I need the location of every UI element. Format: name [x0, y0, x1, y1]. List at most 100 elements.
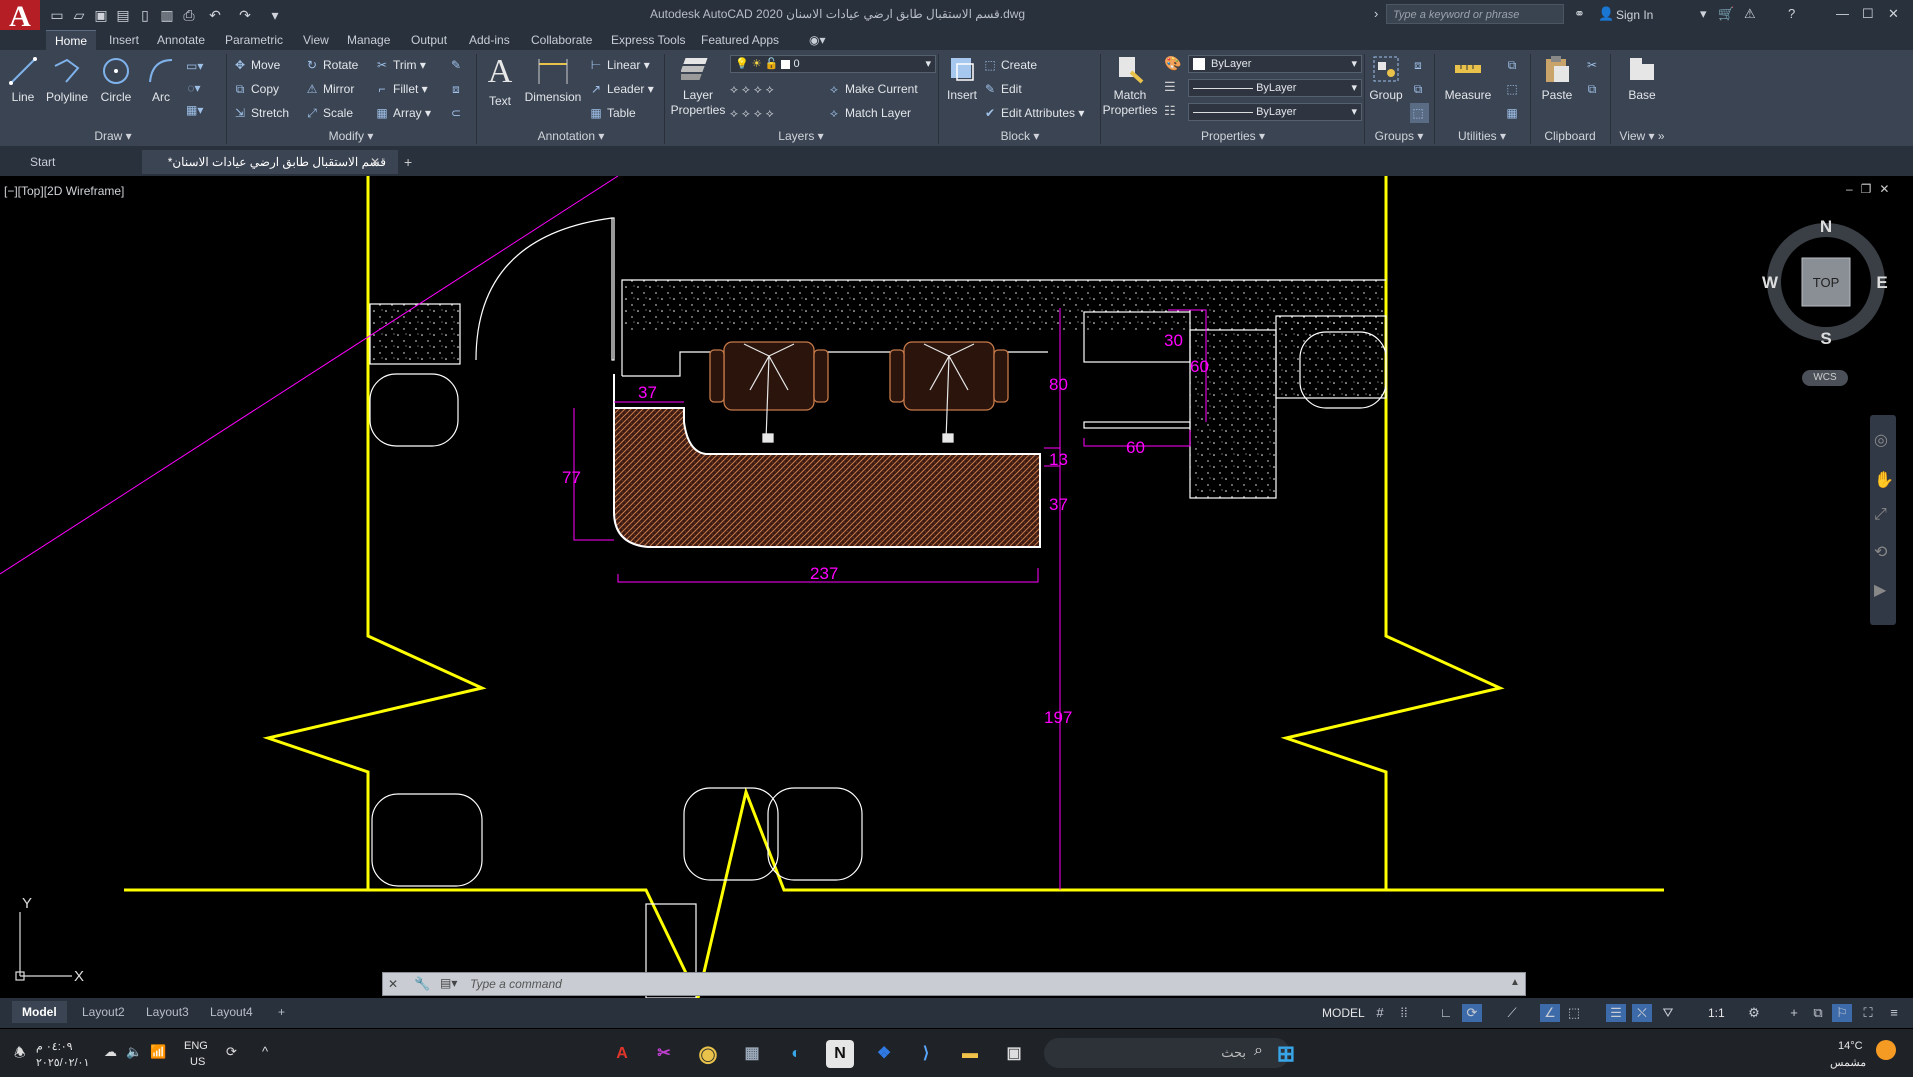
new-tab-icon[interactable]: +	[404, 154, 412, 170]
units-icon[interactable]: ⧉	[1808, 1004, 1828, 1022]
lineweight-toggle-icon[interactable]: ☰	[1606, 1004, 1626, 1022]
annotation-scale[interactable]: 1:1	[1708, 1004, 1725, 1022]
showmotion-icon[interactable]: ▶	[1874, 580, 1886, 600]
workspace-gear-icon[interactable]: ⚙	[1744, 1004, 1764, 1022]
hatch-icon[interactable]: ◌▾	[186, 78, 205, 98]
copy-button[interactable]: ⧉ Copy	[232, 79, 279, 99]
match-properties-button[interactable]: Match Properties	[1102, 54, 1158, 118]
polar-icon[interactable]: ⟳	[1462, 1004, 1482, 1022]
make-current-button[interactable]: ⟡ Make Current	[826, 79, 918, 99]
move-button[interactable]: ✥ Move	[232, 55, 280, 75]
polyline-button[interactable]: Polyline	[42, 56, 92, 104]
create-block-button[interactable]: ⬚ Create	[982, 55, 1037, 75]
annotation-panel-title[interactable]: Annotation ▾	[478, 128, 664, 144]
terminal-icon[interactable]: ▣	[1000, 1040, 1028, 1068]
notifications-icon[interactable]: 🕭	[14, 1044, 26, 1066]
command-input[interactable]: Type a command	[470, 977, 562, 991]
ungroup-icon[interactable]: ⧈	[1410, 55, 1429, 75]
tab-add-ins[interactable]: Add-ins	[460, 30, 519, 50]
notion-icon[interactable]: N	[826, 1040, 854, 1068]
help-icon[interactable]: ?	[1788, 6, 1795, 21]
table-button[interactable]: ▦ Table	[588, 103, 635, 123]
object-snap-icon[interactable]: ⬚	[1564, 1004, 1584, 1022]
tab-layout3[interactable]: Layout3	[136, 1001, 199, 1023]
stretch-button[interactable]: ⇲ Stretch	[232, 103, 289, 123]
app-menu-button[interactable]: A	[0, 0, 40, 34]
gradient-icon[interactable]: ▦▾	[186, 100, 205, 120]
tab-output[interactable]: Output	[402, 30, 456, 50]
line-button[interactable]: Line	[6, 56, 40, 104]
select-all-icon[interactable]: ⬚	[1504, 79, 1523, 99]
ortho-icon[interactable]: ∟	[1436, 1004, 1456, 1022]
quick-properties-icon[interactable]: ⚐	[1832, 1004, 1852, 1022]
isodraft-icon[interactable]: ⟋	[1502, 1004, 1522, 1022]
tab-parametric[interactable]: Parametric	[216, 30, 292, 50]
calculator-icon[interactable]: ▦	[1504, 103, 1523, 123]
erase-icon[interactable]: ✎	[448, 55, 467, 75]
tab-express-tools[interactable]: Express Tools	[602, 30, 694, 50]
object-snap-tracking-icon[interactable]: ∠	[1540, 1004, 1560, 1022]
compass-w[interactable]: W	[1762, 273, 1779, 292]
quick-select-icon[interactable]: ⧉	[1504, 55, 1523, 75]
windows-start-icon[interactable]: ⊞	[1272, 1040, 1300, 1068]
wifi-icon[interactable]: 📶	[150, 1044, 166, 1060]
text-button[interactable]: A Text	[482, 54, 518, 109]
tab-annotate[interactable]: Annotate	[148, 30, 214, 50]
edit-attributes-button[interactable]: ✔ Edit Attributes ▾	[982, 103, 1084, 123]
arc-button[interactable]: Arc	[144, 56, 178, 104]
pan-icon[interactable]: ✋	[1874, 470, 1894, 490]
open-web-icon[interactable]: ▯	[136, 6, 154, 24]
search-expand-icon[interactable]: ›	[1374, 6, 1378, 21]
plot-icon[interactable]: ⎙	[180, 6, 198, 24]
rectangle-icon[interactable]: ▭▾	[186, 56, 205, 76]
autodesk-app-icon[interactable]: ⚠	[1744, 6, 1756, 22]
clean-screen-icon[interactable]: ⛶	[1858, 1004, 1878, 1022]
draw-panel-title[interactable]: Draw ▾	[0, 128, 226, 144]
customize-qat-icon[interactable]: ▾	[266, 6, 284, 24]
layer-properties-button[interactable]: Layer Properties	[668, 54, 728, 118]
tab-manage[interactable]: Manage	[338, 30, 399, 50]
customize-command-icon[interactable]: 🔧	[414, 976, 430, 992]
block-panel-title[interactable]: Block ▾	[940, 128, 1100, 144]
sun-icon[interactable]	[1876, 1040, 1896, 1060]
show-hidden-icons-icon[interactable]: ^	[262, 1044, 268, 1059]
selection-cycling-icon[interactable]: ⛌	[1632, 1004, 1652, 1022]
help-search-input[interactable]: Type a keyword or phrase	[1386, 4, 1564, 24]
layer-tools-row-1[interactable]: ⟡⟡⟡⟡	[730, 79, 778, 99]
utilities-panel-title[interactable]: Utilities ▾	[1436, 128, 1528, 144]
edit-block-button[interactable]: ✎ Edit	[982, 79, 1022, 99]
annotation-visibility-icon[interactable]: ⛛	[1658, 1004, 1678, 1022]
tab-collaborate[interactable]: Collaborate	[522, 30, 601, 50]
color-dropdown[interactable]: ByLayer ▾	[1188, 55, 1362, 73]
tab-start[interactable]: Start	[18, 150, 67, 174]
tab-featured-apps[interactable]: Featured Apps	[692, 30, 788, 50]
annotation-monitor-icon[interactable]: +	[1784, 1004, 1804, 1022]
autocad-taskbar-icon[interactable]: A	[608, 1040, 636, 1068]
binoculars-icon[interactable]: ⚭	[1574, 6, 1585, 22]
tab-layout4[interactable]: Layout4	[200, 1001, 263, 1023]
clock-date[interactable]: ٢٠٢٥/٠٢/٠١	[36, 1056, 89, 1069]
modify-panel-title[interactable]: Modify ▾	[228, 128, 474, 144]
tab-model[interactable]: Model	[12, 1001, 67, 1023]
steering-wheel-icon[interactable]: ◎	[1874, 430, 1888, 450]
tab-insert[interactable]: Insert	[100, 30, 148, 50]
maximize-window-icon[interactable]: ☐	[1862, 6, 1874, 22]
tab-layout2[interactable]: Layout2	[72, 1001, 135, 1023]
match-layer-button[interactable]: ⟡ Match Layer	[826, 103, 911, 123]
close-tab-icon[interactable]: ✕	[370, 155, 380, 169]
snap-icon[interactable]: ⁞⁞	[1394, 1004, 1414, 1022]
layer-tools-row-2[interactable]: ⟡⟡⟡⟡	[730, 103, 778, 123]
add-layout-icon[interactable]: +	[268, 1001, 295, 1023]
chrome-icon[interactable]: ◉	[694, 1040, 722, 1068]
tab-view[interactable]: View	[294, 30, 338, 50]
linetype-dropdown[interactable]: ByLayer ▾	[1188, 79, 1362, 97]
customization-menu-icon[interactable]: ≡	[1884, 1004, 1904, 1022]
wcs-menu[interactable]: WCS	[1802, 370, 1848, 386]
orbit-icon[interactable]: ⟲	[1874, 542, 1887, 562]
file-explorer-icon[interactable]: ▬	[956, 1040, 984, 1068]
save-icon[interactable]: ▣	[92, 6, 110, 24]
groups-panel-title[interactable]: Groups ▾	[1366, 128, 1432, 144]
explode-icon[interactable]: ⧈	[448, 79, 467, 99]
circle-button[interactable]: Circle	[98, 56, 134, 104]
snipping-tool-icon[interactable]: ✂	[650, 1040, 678, 1068]
